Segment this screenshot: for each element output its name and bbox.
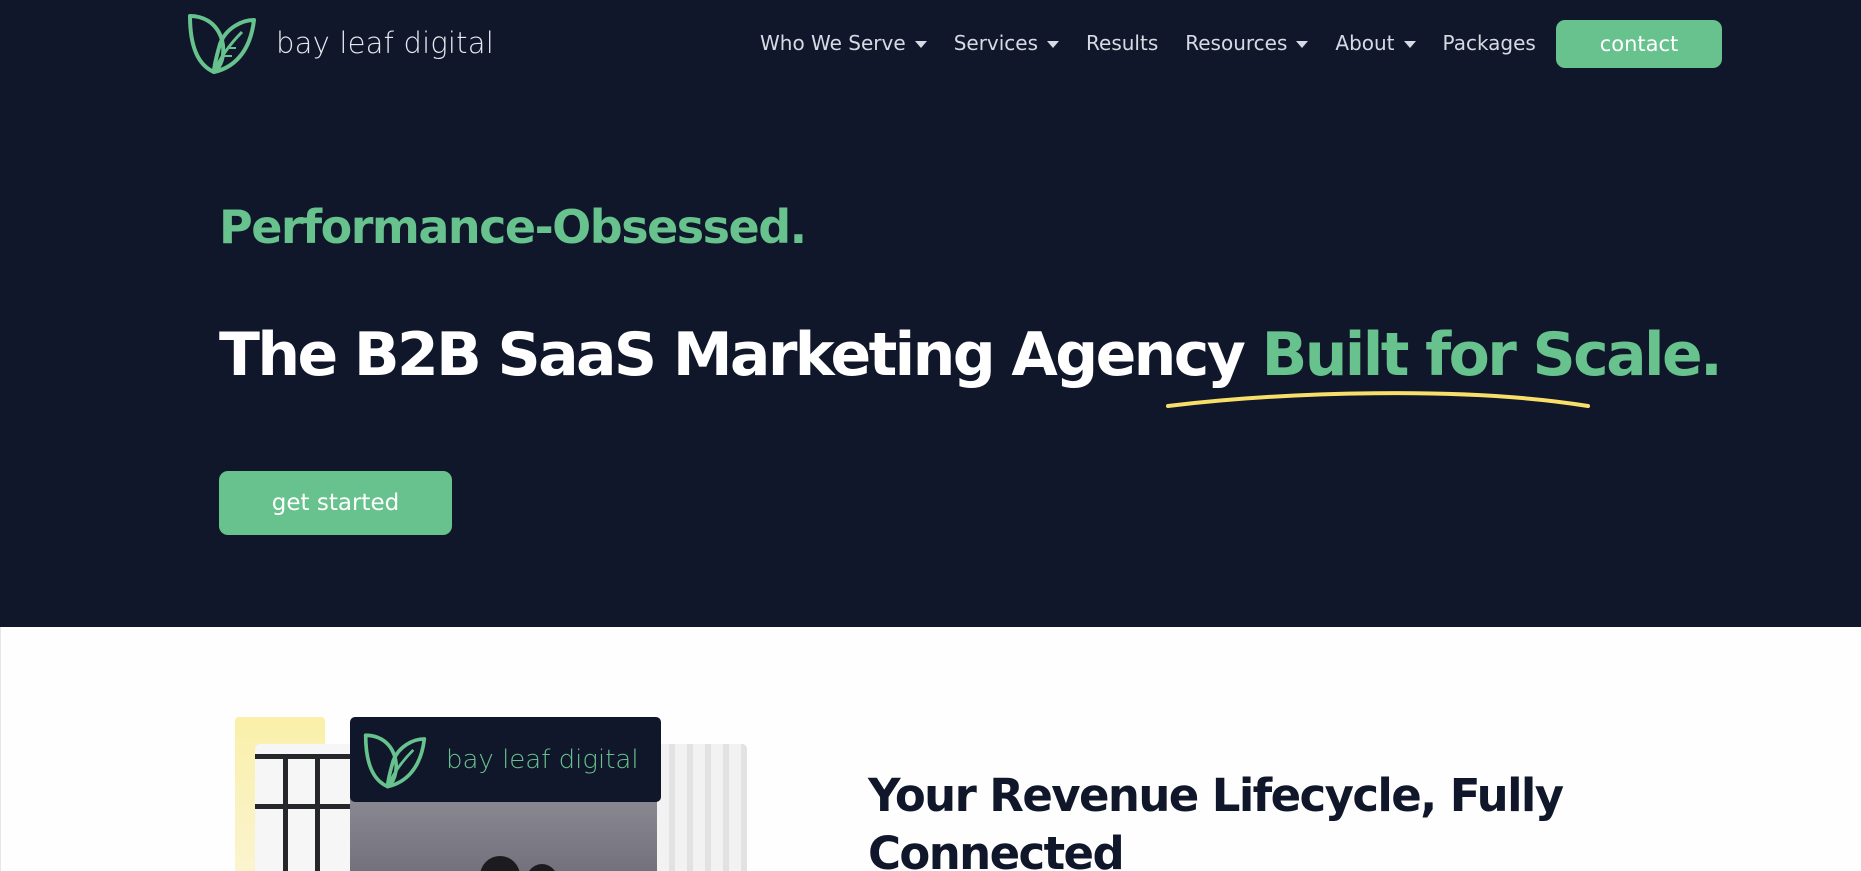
logo-text: bay leaf digital xyxy=(276,26,494,60)
caret-down-icon xyxy=(1296,40,1309,48)
site-logo[interactable]: bay leaf digital xyxy=(186,10,494,76)
caret-down-icon xyxy=(1403,40,1416,48)
hero-section: bay leaf digital Who We Serve Services R… xyxy=(0,0,1861,627)
nav-item-resources[interactable]: Resources xyxy=(1185,24,1309,62)
leaf-logo-icon xyxy=(363,732,427,788)
leaf-logo-icon xyxy=(188,14,256,74)
nav-label: Services xyxy=(953,31,1039,55)
get-started-button[interactable]: get started xyxy=(219,471,452,535)
caret-down-icon xyxy=(914,40,927,48)
page: bay leaf digital Who We Serve Services R… xyxy=(0,0,1861,871)
revenue-section: bay leaf digital Your Revenue Lifecycle,… xyxy=(0,627,1861,871)
nav-item-services[interactable]: Services xyxy=(953,24,1060,62)
accent-underline xyxy=(1166,391,1590,408)
nav-label: Results xyxy=(1086,31,1159,55)
nav-item-results[interactable]: Results xyxy=(1086,24,1158,62)
nav-label: About xyxy=(1335,31,1395,55)
nav-item-packages[interactable]: Packages xyxy=(1443,24,1536,62)
headline-main: The B2B SaaS Marketing Agency xyxy=(219,320,1262,390)
section-title: Your Revenue Lifecycle, Fully Connected xyxy=(868,769,1564,871)
brand-badge: bay leaf digital xyxy=(350,717,661,802)
badge-text: bay leaf digital xyxy=(446,744,639,775)
hero-eyebrow: Performance-Obsessed. xyxy=(219,200,807,254)
nav-label: Who We Serve xyxy=(760,31,906,55)
team-photo-card: bay leaf digital xyxy=(235,717,755,871)
hero-headline: The B2B SaaS Marketing Agency Built for … xyxy=(219,320,1723,390)
nav-item-about[interactable]: About xyxy=(1335,24,1416,62)
window-image xyxy=(255,744,350,871)
contact-button[interactable]: contact xyxy=(1556,20,1722,68)
main-nav: Who We Serve Services Results Resources … xyxy=(760,24,1563,62)
nav-label: Resources xyxy=(1185,31,1288,55)
nav-label: Packages xyxy=(1442,31,1536,55)
curtain-image xyxy=(657,744,747,871)
caret-down-icon xyxy=(1047,40,1060,48)
headline-accent: Built for Scale. xyxy=(1261,320,1723,390)
nav-item-who-we-serve[interactable]: Who We Serve xyxy=(760,24,927,62)
